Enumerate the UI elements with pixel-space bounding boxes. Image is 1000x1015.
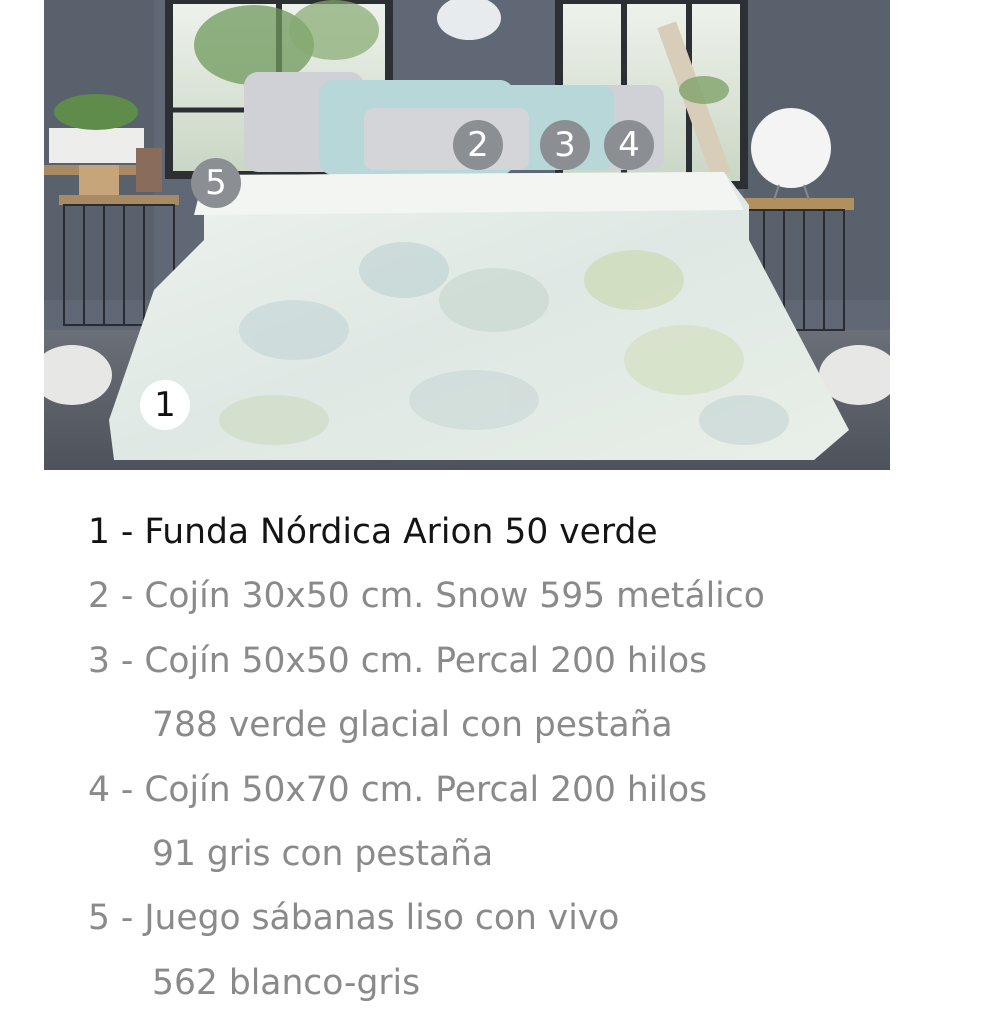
product-item-1[interactable]: 1 - Funda Nórdica Arion 50 verde (88, 500, 988, 564)
product-item-detail: 788 verde glacial con pestaña (152, 705, 673, 746)
product-item-text: 4 - Cojín 50x70 cm. Percal 200 hilos (88, 769, 708, 810)
product-item-text: 5 - Juego sábanas liso con vivo (88, 898, 620, 939)
marker-4[interactable]: 4 (604, 120, 654, 170)
product-item-text: 3 - Cojín 50x50 cm. Percal 200 hilos (88, 640, 708, 681)
product-item-2[interactable]: 2 - Cojín 30x50 cm. Snow 595 metálico (88, 564, 988, 628)
product-item-4[interactable]: 4 - Cojín 50x70 cm. Percal 200 hilos 91 … (88, 758, 988, 887)
marker-3[interactable]: 3 (540, 120, 590, 170)
product-item-5[interactable]: 5 - Juego sábanas liso con vivo 562 blan… (88, 886, 988, 1015)
marker-5[interactable]: 5 (191, 158, 241, 208)
product-item-text: 2 - Cojín 30x50 cm. Snow 595 metálico (88, 576, 765, 617)
product-item-detail: 562 blanco-gris (152, 962, 421, 1003)
marker-1[interactable]: 1 (140, 380, 190, 430)
product-list: 1 - Funda Nórdica Arion 50 verde 2 - Coj… (88, 500, 988, 1015)
product-item-detail: 91 gris con pestaña (152, 833, 494, 874)
product-item-3[interactable]: 3 - Cojín 50x50 cm. Percal 200 hilos 788… (88, 629, 988, 758)
product-item-text: 1 - Funda Nórdica Arion 50 verde (88, 512, 658, 552)
product-photo: 1 2 3 4 5 (44, 0, 890, 470)
marker-2[interactable]: 2 (453, 120, 503, 170)
